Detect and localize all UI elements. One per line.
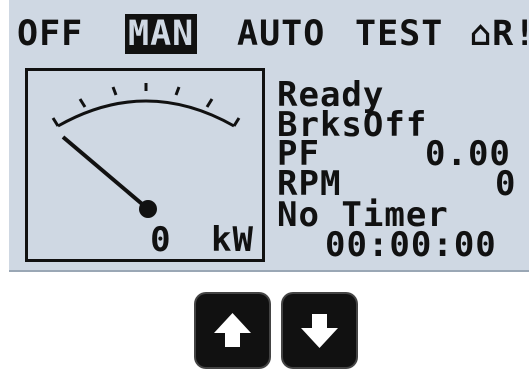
timer-value: 00:00:00 <box>325 225 497 265</box>
mode-test[interactable]: TEST <box>355 14 443 54</box>
power-gauge: 0 kW <box>25 68 265 262</box>
power-readout: 0 kW <box>150 223 254 257</box>
rpm-value: 0 <box>495 164 517 204</box>
lcd-display: OFF MAN AUTO TEST ⌂R! 0 kW Ready Brk <box>9 0 529 272</box>
scroll-down-button[interactable] <box>283 294 356 367</box>
arrow-up-icon <box>214 313 251 347</box>
mode-auto[interactable]: AUTO <box>237 14 325 54</box>
arrow-down-icon <box>301 314 338 348</box>
power-unit: kW <box>211 220 254 260</box>
mode-man-selected[interactable]: MAN <box>125 14 198 54</box>
power-value: 0 <box>150 220 172 260</box>
mode-extra-indicator: ⌂R! <box>470 14 529 54</box>
scroll-up-button[interactable] <box>196 294 269 367</box>
mode-man-label: MAN <box>125 14 198 54</box>
mode-off[interactable]: OFF <box>17 14 83 54</box>
